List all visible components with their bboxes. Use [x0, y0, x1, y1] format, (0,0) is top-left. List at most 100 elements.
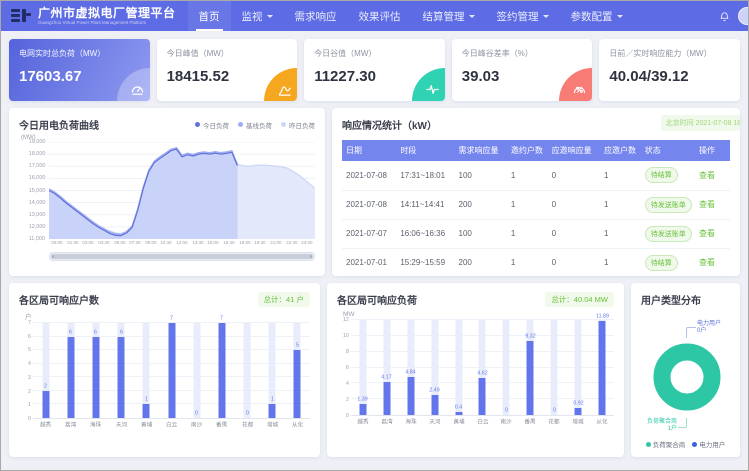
- bar[interactable]: 1: [143, 404, 150, 418]
- cell-action: 查看: [695, 248, 730, 276]
- bar-value-label: 4.62: [477, 371, 487, 376]
- bar-column-7: 7: [209, 323, 234, 418]
- legend-label: 昨日负荷: [289, 120, 315, 130]
- bar-background-pillar: [455, 320, 462, 415]
- cell-demand-amount: 100: [455, 161, 507, 190]
- legend-item-power-user[interactable]: 电力用户: [692, 439, 725, 449]
- response-table: 日期时段需求响应量邀约户数应邀响应量应邀户数状态操作 2021-07-0817:…: [342, 140, 730, 276]
- view-link[interactable]: 查看: [699, 258, 715, 267]
- response-stats-panel: 响应情况统计（kW） 北京时间 2021-07-08 18:1 日期时段需求响应…: [332, 108, 740, 276]
- bar[interactable]: 6: [92, 337, 99, 418]
- y-axis-labels: 01234567: [19, 323, 33, 419]
- bar[interactable]: 6: [67, 337, 74, 418]
- bar[interactable]: 9.32: [527, 341, 534, 415]
- chart-zoom-slider[interactable]: [49, 252, 315, 261]
- bar-background-pillar: [551, 320, 558, 415]
- legend-dot-icon: [646, 442, 651, 447]
- district-load-panel: 各区局可响应负荷 总计：40.04 MW MW0246810121.394.17…: [327, 283, 624, 457]
- bar-column-6: 0: [494, 320, 518, 415]
- bar[interactable]: 2: [42, 391, 49, 418]
- bar[interactable]: 0.4: [455, 412, 462, 415]
- bar[interactable]: 5: [294, 350, 301, 418]
- category-label: 天河: [425, 418, 444, 426]
- legend-item-0[interactable]: 今日负荷: [195, 120, 229, 130]
- cell-responded-users: 1: [600, 161, 641, 190]
- category-label: 黄埔: [136, 421, 156, 429]
- bar-column-6: 0: [184, 323, 209, 418]
- x-tick-label: 03:00: [82, 241, 94, 248]
- cell-demand-amount: 100: [455, 219, 507, 248]
- y-axis-labels: 11,00012,00013,00014,00015,00016,00017,0…: [19, 142, 49, 239]
- nav-item-home[interactable]: 首页: [188, 1, 231, 31]
- status-badge: 待发送账单: [645, 197, 692, 213]
- load-aggregator-label: 负荷聚合商: [647, 419, 677, 425]
- bar[interactable]: 0.92: [575, 408, 582, 415]
- table-row: 2021-07-0814:11~14:41200101待发送账单查看: [342, 190, 730, 219]
- category-label: 花都: [545, 418, 564, 426]
- nav-item-parameter-config[interactable]: 参数配置: [560, 1, 634, 31]
- x-tick-label: 15:00: [207, 241, 219, 248]
- status-badge: 待结算: [645, 167, 678, 183]
- bar[interactable]: 4.62: [479, 378, 486, 415]
- table-row: 2021-07-0817:31~18:01100101待结算查看: [342, 161, 730, 190]
- category-label: 越秀: [353, 418, 372, 426]
- cell-responded-users: 1: [600, 248, 641, 276]
- nav-item-monitoring[interactable]: 监视: [231, 1, 284, 31]
- bar[interactable]: 7: [168, 323, 175, 418]
- view-link[interactable]: 查看: [699, 200, 715, 209]
- bar[interactable]: 7: [218, 323, 225, 418]
- nav-item-contract-management[interactable]: 签约管理: [486, 1, 560, 31]
- nav-item-settlement-management[interactable]: 结算管理: [412, 1, 486, 31]
- cell-status: 待结算: [641, 248, 695, 276]
- kpi-label: 日前／实时响应能力（MW）: [609, 48, 730, 59]
- chart-zoom-slider-thumb[interactable]: [51, 254, 313, 259]
- bar-column-4: 0.4: [447, 320, 471, 415]
- x-tick-label: 12:00: [176, 241, 188, 248]
- view-link[interactable]: 查看: [699, 229, 715, 238]
- view-link[interactable]: 查看: [699, 171, 715, 180]
- y-tick-label: 0: [28, 417, 31, 422]
- bar[interactable]: 2.49: [431, 395, 438, 415]
- category-label: 荔湾: [61, 421, 81, 429]
- bar-value-label: 4.17: [382, 375, 392, 380]
- legend-item-1[interactable]: 基线负荷: [238, 120, 272, 130]
- nav-item-label: 签约管理: [497, 9, 539, 24]
- status-badge: 待发送账单: [645, 226, 692, 242]
- y-tick-label: 14,000: [28, 200, 45, 205]
- legend-dot-icon: [281, 122, 286, 127]
- brand-text: 广州市虚拟电厂管理平台 Guangzhou Virtual Power Plan…: [38, 7, 176, 26]
- cell-period: 16:06~16:36: [396, 219, 454, 248]
- user-avatar[interactable]: [738, 7, 749, 25]
- x-axis-labels: 越秀荔湾海珠天河黄埔白云南沙番禺花都增城从化: [33, 419, 310, 431]
- bar-column-10: 11.89: [590, 320, 614, 415]
- legend-item-2[interactable]: 昨日负荷: [281, 120, 315, 130]
- category-label: 越秀: [36, 421, 56, 429]
- bar-column-1: 6: [58, 323, 83, 418]
- bar-value-label: 1.39: [358, 397, 368, 402]
- app-subtitle: Guangzhou Virtual Power Plant Management…: [38, 20, 176, 26]
- nav-item-effect-evaluation[interactable]: 效果评估: [348, 1, 412, 31]
- bar-value-label: 0.4: [455, 405, 462, 410]
- bar[interactable]: 1.39: [359, 404, 366, 415]
- bar-column-3: 2.49: [423, 320, 447, 415]
- bar[interactable]: 1: [269, 404, 276, 418]
- x-tick-label: 16:30: [223, 241, 235, 248]
- status-badge: 待结算: [645, 255, 678, 271]
- district-users-title: 各区局可响应户数: [19, 292, 99, 307]
- bar[interactable]: 4.17: [383, 382, 390, 415]
- bar-value-label: 0: [505, 408, 508, 413]
- cell-status: 待结算: [641, 161, 695, 190]
- cell-invited-users: 1: [507, 161, 548, 190]
- bar[interactable]: 6: [118, 337, 125, 418]
- bar[interactable]: 11.89: [599, 321, 606, 415]
- nav-item-demand-response[interactable]: 需求响应: [284, 1, 348, 31]
- cell-status: 待发送账单: [641, 219, 695, 248]
- x-tick-label: 06:00: [114, 241, 126, 248]
- cell-date: 2021-07-07: [342, 219, 396, 248]
- y-tick-label: 1: [28, 403, 31, 408]
- nav-item-label: 需求响应: [295, 9, 337, 24]
- bar-chart-body: 0246810121.394.174.842.490.44.6209.3200.…: [337, 320, 614, 416]
- notifications-bell-icon[interactable]: [719, 11, 730, 22]
- legend-item-load-aggregator[interactable]: 负荷聚合商: [646, 439, 686, 449]
- bar[interactable]: 4.84: [407, 377, 414, 415]
